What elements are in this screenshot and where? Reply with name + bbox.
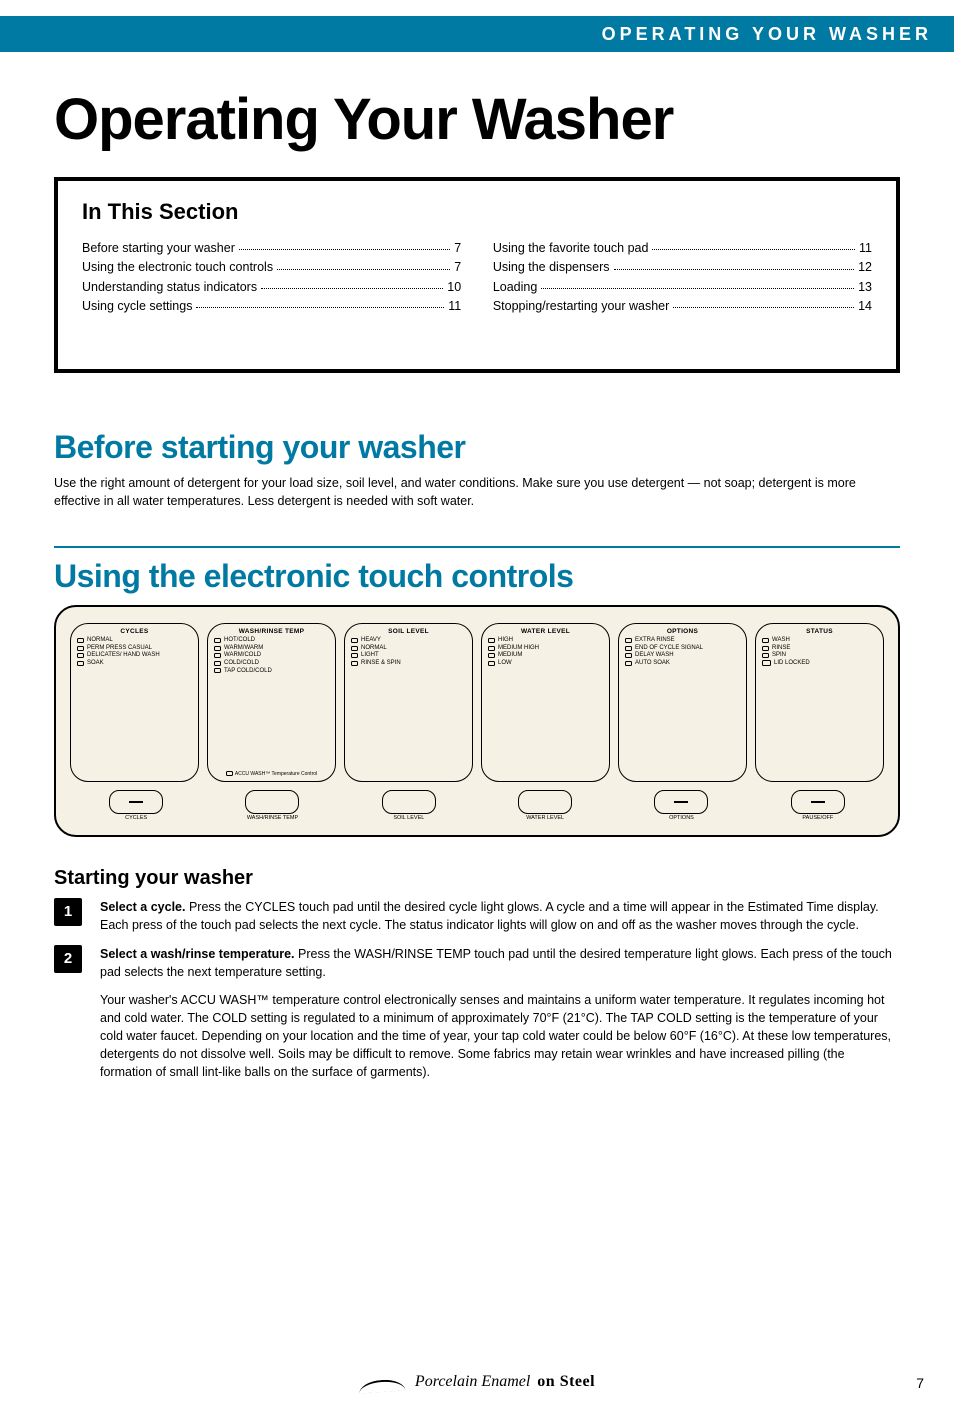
step-number-icon: 1 <box>54 898 82 926</box>
panel-group-cycles: CYCLESNORMALPERM PRESS CASUALDELICATES/ … <box>70 623 199 782</box>
panel-group-soil-level: SOIL LEVELHEAVYNORMALLIGHTRINSE & SPIN <box>344 623 473 782</box>
panel-group-status: STATUSWASHRINSESPINLID LOCKED <box>755 623 884 782</box>
indicator-led <box>214 661 221 666</box>
panel-group-water-level: WATER LEVELHIGHMEDIUM HIGHMEDIUMLOW <box>481 623 610 782</box>
touchpad-water-level[interactable]: WATER LEVEL <box>481 790 609 821</box>
toc-left-column: Before starting your washer7Using the el… <box>82 239 461 317</box>
touchpad-cycles[interactable]: CYCLES <box>72 790 200 821</box>
toc-row[interactable]: Using cycle settings11 <box>82 297 461 316</box>
controls-divider: Using the electronic touch controls <box>54 546 900 595</box>
in-this-section-box: In This Section Before starting your was… <box>54 177 900 373</box>
section-header-bar: OPERATING YOUR WASHER <box>0 16 954 52</box>
indicator-led <box>214 653 221 658</box>
indicator-led <box>625 646 632 651</box>
touchpad-wash-rinse-temp[interactable]: WASH/RINSE TEMP <box>208 790 336 821</box>
toc-row[interactable]: Understanding status indicators10 <box>82 278 461 297</box>
indicator-led <box>351 646 358 651</box>
indicator-led <box>625 653 632 658</box>
step-number-icon: 2 <box>54 945 82 973</box>
toc-row[interactable]: Before starting your washer7 <box>82 239 461 258</box>
control-panel-buttons: CYCLES WASH/RINSE TEMP SOIL LEVEL WATER LEV… <box>70 790 884 821</box>
footer-brand: Porcelain Enamel on Steel <box>0 1373 954 1391</box>
indicator-led <box>214 646 221 651</box>
step-2: 2Select a wash/rinse temperature. Press … <box>54 945 900 1082</box>
indicator-led <box>488 638 495 643</box>
footer-brand-text: Porcelain Enamel on Steel <box>415 1373 595 1391</box>
indicator-led <box>77 661 84 666</box>
indicator-led <box>762 638 769 643</box>
indicator-led <box>488 661 495 666</box>
touchpad-start-pause[interactable]: PAUSE/OFF <box>754 790 882 821</box>
touchpad-soil-level[interactable]: SOIL LEVEL <box>345 790 473 821</box>
using-controls-heading: Using the electronic touch controls <box>54 558 900 595</box>
indicator-led <box>77 646 84 651</box>
toc-right-column: Using the favorite touch pad11Using the … <box>493 239 872 317</box>
indicator-led <box>351 638 358 643</box>
section-header-text: OPERATING YOUR WASHER <box>602 24 932 45</box>
indicator-led <box>488 646 495 651</box>
indicator-led <box>351 653 358 658</box>
toc-row[interactable]: Using the favorite touch pad11 <box>493 239 872 258</box>
indicator-led <box>77 638 84 643</box>
control-panel-groups: CYCLESNORMALPERM PRESS CASUALDELICATES/ … <box>70 623 884 782</box>
steps-container: 1Select a cycle. Press the CYCLES touch … <box>0 898 954 1081</box>
toc-columns: Before starting your washer7Using the el… <box>82 239 872 317</box>
toc-row[interactable]: Stopping/restarting your washer14 <box>493 297 872 316</box>
indicator-led <box>625 661 632 666</box>
indicator-led <box>762 646 769 651</box>
indicator-led <box>214 668 221 673</box>
footer-swoosh-icon <box>359 1374 405 1390</box>
before-starting-paragraph: Use the right amount of detergent for yo… <box>54 474 900 510</box>
starting-washer-heading: Starting your washer <box>54 867 900 890</box>
indicator-led <box>625 638 632 643</box>
indicator-led <box>488 653 495 658</box>
touchpad-options[interactable]: OPTIONS <box>617 790 745 821</box>
indicator-led <box>77 653 84 658</box>
toc-row[interactable]: Using the dispensers12 <box>493 258 872 277</box>
panel-group-wash-rinse-temp: WASH/RINSE TEMPHOT/COLDWARM/WARMWARM/COL… <box>207 623 336 782</box>
before-starting-heading: Before starting your washer <box>54 429 954 466</box>
indicator-led <box>214 638 221 643</box>
in-this-section-title: In This Section <box>82 199 872 225</box>
step-1: 1Select a cycle. Press the CYCLES touch … <box>54 898 900 934</box>
toc-row[interactable]: Loading13 <box>493 278 872 297</box>
page-number: 7 <box>916 1375 924 1391</box>
page-title: Operating Your Washer <box>54 86 954 153</box>
toc-row[interactable]: Using the electronic touch controls7 <box>82 258 461 277</box>
panel-group-options: OPTIONSEXTRA RINSEEND OF CYCLE SIGNALDEL… <box>618 623 747 782</box>
indicator-led <box>351 661 358 666</box>
control-panel-illustration: CYCLESNORMALPERM PRESS CASUALDELICATES/ … <box>54 605 900 837</box>
indicator-led <box>762 653 769 658</box>
